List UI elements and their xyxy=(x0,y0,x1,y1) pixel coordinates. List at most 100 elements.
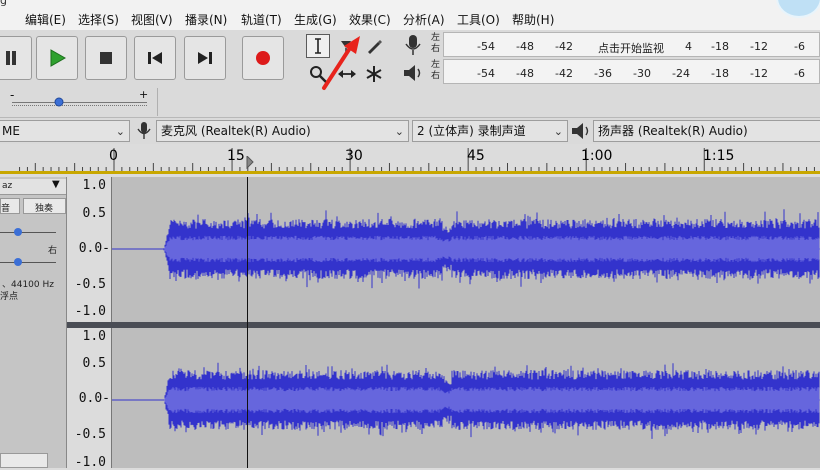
waveform-left-svg xyxy=(112,209,820,289)
gain-slider[interactable] xyxy=(0,232,56,233)
chevron-down-icon: ⌄ xyxy=(115,125,125,138)
meter-tick: -54 xyxy=(477,40,495,53)
amplitude-label: 1.0 xyxy=(82,329,106,344)
solo-label: 独奏 xyxy=(35,204,54,214)
track-select-button[interactable] xyxy=(0,453,48,468)
timeline-label: 45 xyxy=(467,148,485,164)
timeline-label: 15 xyxy=(227,148,245,164)
amplitude-label: 0.0- xyxy=(78,241,110,256)
menu-help[interactable]: 帮助(H) xyxy=(512,11,554,28)
playback-meter-right-label: 右 xyxy=(431,71,441,81)
microphone-icon xyxy=(137,122,151,139)
slider-plus-label: + xyxy=(139,88,149,101)
chevron-down-icon: ⌄ xyxy=(394,125,404,138)
meter-tick: -42 xyxy=(555,40,573,53)
menu-select[interactable]: 选择(S) xyxy=(78,11,119,28)
track-control-panel: az ▼ 音 独奏 右 、44100 Hz 浮点 xyxy=(0,177,67,468)
waveform-right-svg xyxy=(112,362,820,439)
tools-toolbar xyxy=(302,32,392,90)
menu-edit[interactable]: 编辑(E) xyxy=(25,11,66,28)
meter-tick: -54 xyxy=(477,67,495,80)
stop-button[interactable] xyxy=(85,36,127,80)
window-title: g xyxy=(0,0,7,7)
menu-tracks[interactable]: 轨道(T) xyxy=(241,11,282,28)
timeline-ruler[interactable]: 0 15 30 45 1:00 1:15 xyxy=(0,144,820,174)
meter-tick: -12 xyxy=(750,67,768,80)
amplitude-label: 0.5 xyxy=(82,356,106,371)
meter-tick: -12 xyxy=(750,40,768,53)
chevron-down-icon: ⌄ xyxy=(553,125,563,138)
playback-meter[interactable]: -54 -48 -42 -36 -30 -24 -18 -12 -6 xyxy=(443,59,820,84)
microphone-icon[interactable] xyxy=(402,34,424,56)
menu-analyze[interactable]: 分析(A) xyxy=(403,11,445,28)
waveform-right-channel[interactable] xyxy=(112,328,820,468)
record-meter-left-label: 左 xyxy=(431,33,441,43)
speaker-icon xyxy=(572,123,589,139)
skip-start-icon xyxy=(148,52,162,64)
meter-tick: -42 xyxy=(555,67,573,80)
slider-thumb[interactable] xyxy=(54,97,64,107)
record-meter-right-label: 右 xyxy=(431,44,441,54)
amplitude-label: -0.5 xyxy=(74,277,106,292)
amplitude-label: 0.0- xyxy=(78,391,110,406)
recording-channels-select[interactable]: 2 (立体声) 录制声道 ⌄ xyxy=(412,120,568,142)
playhead-cursor xyxy=(247,177,248,468)
amplitude-ruler-right: 1.0 0.5 0.0- -0.5 -1.0 xyxy=(67,328,112,470)
meter-tick: -48 xyxy=(516,40,534,53)
meter-tick: -6 xyxy=(794,67,805,80)
timeline-label: 1:15 xyxy=(703,148,735,164)
record-button[interactable] xyxy=(242,36,284,80)
menu-transport[interactable]: 播录(N) xyxy=(185,11,227,28)
speaker-icon[interactable] xyxy=(402,62,424,84)
skip-to-end-button[interactable] xyxy=(184,36,226,80)
meter-tick: -18 xyxy=(711,67,729,80)
playhead-marker-icon[interactable] xyxy=(246,156,254,172)
triangle-down-icon: ▼ xyxy=(52,179,60,190)
slider-ticks xyxy=(12,105,147,109)
track-name-dropdown[interactable]: az ▼ xyxy=(0,179,66,195)
mute-label: 音 xyxy=(1,204,11,214)
annotation-arrow-icon xyxy=(322,36,360,90)
gain-slider-thumb[interactable] xyxy=(13,227,23,237)
solo-button[interactable]: 独奏 xyxy=(23,198,66,214)
overlay-circle xyxy=(776,0,820,18)
waveform-left-channel[interactable] xyxy=(112,177,820,322)
record-icon xyxy=(256,51,270,65)
stop-icon xyxy=(100,52,112,64)
device-toolbar: ME ⌄ 麦克风 (Realtek(R) Audio) ⌄ 2 (立体声) 录制声道… xyxy=(0,118,820,144)
meter-tick: -48 xyxy=(516,67,534,80)
pan-slider[interactable] xyxy=(0,262,56,263)
timeline-label: 0 xyxy=(109,148,118,164)
playback-device-value: 扬声器 (Realtek(R) Audio) xyxy=(598,124,748,138)
menu-view[interactable]: 视图(V) xyxy=(131,11,173,28)
pan-slider-thumb[interactable] xyxy=(13,257,23,267)
skip-end-icon xyxy=(198,52,212,64)
amplitude-label: -0.5 xyxy=(74,427,106,442)
playback-meter-left-label: 左 xyxy=(431,60,441,70)
meter-tick: -18 xyxy=(711,40,729,53)
audio-host-select[interactable]: ME ⌄ xyxy=(0,120,130,142)
meter-tick: 4 xyxy=(685,40,692,53)
track-name: az xyxy=(2,181,13,191)
slider-minus-label: - xyxy=(10,88,15,102)
recording-device-value: 麦克风 (Realtek(R) Audio) xyxy=(161,124,311,138)
menu-generate[interactable]: 生成(G) xyxy=(294,11,337,28)
recording-device-select[interactable]: 麦克风 (Realtek(R) Audio) ⌄ xyxy=(156,120,409,142)
mute-button[interactable]: 音 xyxy=(0,198,20,214)
start-monitoring-label[interactable]: 点击开始监视 xyxy=(598,40,664,56)
menu-effect[interactable]: 效果(C) xyxy=(349,11,391,28)
playback-device-select[interactable]: 扬声器 (Realtek(R) Audio) xyxy=(593,120,820,142)
audio-host-value: ME xyxy=(2,124,20,138)
play-button[interactable] xyxy=(36,36,78,80)
play-at-speed-toolbar: - + xyxy=(0,88,158,116)
skip-to-start-button[interactable] xyxy=(134,36,176,80)
menu-tools[interactable]: 工具(O) xyxy=(457,11,500,28)
slider-track[interactable] xyxy=(12,102,147,103)
timeline-ticks xyxy=(19,148,815,171)
play-icon xyxy=(50,49,66,67)
meter-tick: -30 xyxy=(633,67,651,80)
sample-format-info: 浮点 xyxy=(0,292,19,302)
pencil-icon xyxy=(368,40,382,54)
record-meter[interactable]: -54 -48 -42 点击开始监视 4 -18 -12 -6 xyxy=(443,32,820,57)
pause-button[interactable] xyxy=(0,36,32,80)
